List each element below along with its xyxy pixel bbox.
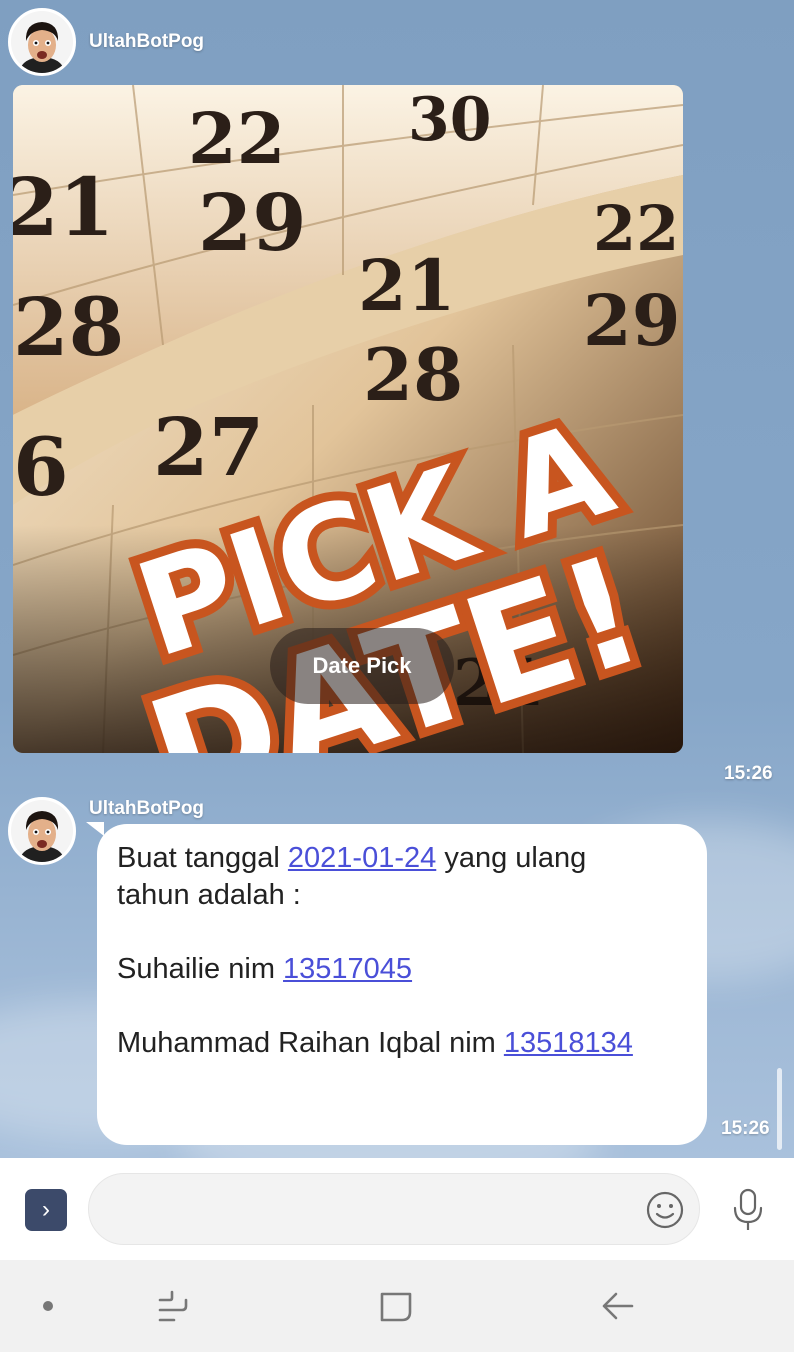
svg-text:28: 28 [363, 332, 463, 417]
svg-text:30: 30 [408, 85, 492, 155]
sender-avatar[interactable] [8, 797, 76, 865]
chevron-right-icon: › [42, 1196, 50, 1223]
system-navigation-bar [0, 1260, 794, 1352]
microphone-icon [733, 1188, 763, 1230]
image-message-card[interactable]: 22 30 21 29 22 28 21 29 27 28 6 24 PICK … [13, 85, 683, 753]
voice-message-button[interactable] [728, 1186, 768, 1234]
date-link[interactable]: 2021-01-24 [288, 842, 436, 874]
sender-name: UltahBotPog [89, 31, 205, 52]
bubble-tail [86, 822, 104, 836]
nim-link[interactable]: 13517045 [283, 953, 412, 985]
svg-text:29: 29 [583, 279, 680, 362]
home-icon [380, 1292, 412, 1322]
message-input[interactable] [88, 1173, 700, 1245]
message-input-bar: › [0, 1158, 794, 1260]
sender-avatar[interactable] [8, 8, 76, 76]
nim-link[interactable]: 13518134 [504, 1027, 633, 1059]
message-text: Buat tanggal [117, 842, 288, 874]
recent-apps-icon [158, 1290, 188, 1322]
text-message-bubble[interactable]: Buat tanggal 2021-01-24 yang ulang tahun… [97, 824, 707, 1145]
back-button[interactable] [598, 1288, 638, 1324]
dot-icon [43, 1301, 53, 1311]
message-time: 15:26 [721, 1118, 770, 1139]
scrollbar[interactable] [777, 1068, 782, 1150]
recent-apps-button[interactable] [152, 1288, 192, 1324]
back-icon [602, 1292, 634, 1320]
message-line: Suhailie nim 13517045 [117, 951, 687, 988]
message-text: yang ulang [436, 842, 587, 874]
svg-text:6: 6 [13, 420, 69, 514]
message-line: Buat tanggal 2021-01-24 yang ulang [117, 840, 687, 877]
message-text: Muhammad Raihan Iqbal nim [117, 1027, 504, 1059]
date-pick-button[interactable]: Date Pick [270, 628, 454, 704]
chat-area[interactable]: UltahBotPog 22 30 21 29 22 28 21 29 27 2… [0, 0, 794, 1158]
nav-dot-button[interactable] [28, 1288, 68, 1324]
message-text: Suhailie nim [117, 953, 284, 985]
svg-text:21: 21 [13, 160, 114, 254]
svg-text:22: 22 [593, 192, 679, 265]
svg-text:27: 27 [153, 400, 264, 494]
expand-menu-button[interactable]: › [25, 1189, 67, 1231]
svg-text:22: 22 [188, 97, 285, 180]
home-button[interactable] [376, 1288, 416, 1324]
message-time: 15:26 [724, 763, 773, 784]
sender-name: UltahBotPog [89, 798, 205, 819]
svg-text:29: 29 [198, 178, 307, 269]
svg-text:28: 28 [13, 280, 124, 374]
smiley-icon [646, 1191, 684, 1229]
emoji-button[interactable] [645, 1190, 685, 1230]
message-line: tahun adalah : [117, 879, 301, 911]
svg-text:21: 21 [358, 244, 455, 327]
message-line: Muhammad Raihan Iqbal nim 13518134 [117, 1025, 687, 1062]
